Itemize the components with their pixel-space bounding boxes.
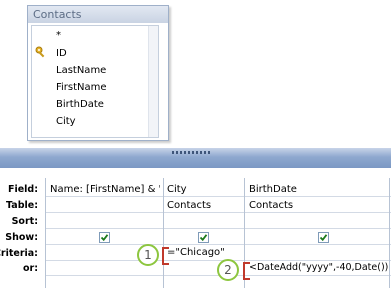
checkmark-icon <box>100 234 109 242</box>
field-item-city[interactable]: City <box>56 115 76 128</box>
query-design-upper-pane: Contacts * ID LastName FirstName BirthDa… <box>0 0 391 148</box>
callout-2: 2 <box>217 259 239 281</box>
col2-criteria-cell[interactable]: ="Chicago" <box>167 247 241 258</box>
row-label-field: Field: <box>7 184 38 195</box>
pane-splitter[interactable] <box>0 148 391 168</box>
row-label-or: or: <box>22 263 38 274</box>
col3-table-cell[interactable]: Contacts <box>249 200 387 211</box>
row-label-table: Table: <box>6 200 38 211</box>
row-label-sort: Sort: <box>11 216 38 227</box>
col3-or-cell[interactable]: <DateAdd("yyyy",-40,Date()) <box>249 262 389 273</box>
primary-key-icon <box>35 46 45 58</box>
field-item-lastname[interactable]: LastName <box>56 64 106 77</box>
table-window-title[interactable]: Contacts <box>28 6 168 23</box>
grid-column-border <box>45 178 46 288</box>
grid-row-divider <box>45 212 391 213</box>
col2-table-cell[interactable]: Contacts <box>167 200 241 211</box>
field-item-firstname[interactable]: FirstName <box>56 81 107 94</box>
field-item-id[interactable]: ID <box>56 47 67 60</box>
col1-field-cell[interactable]: Name: [FirstName] & ' <box>50 184 160 195</box>
field-list-scrollbar[interactable] <box>148 26 158 137</box>
callout-1: 1 <box>137 244 159 266</box>
col3-show-checkbox[interactable] <box>318 232 329 243</box>
checkmark-icon <box>199 234 208 242</box>
field-list[interactable]: * ID LastName FirstName BirthDate City <box>31 25 159 138</box>
row-label-criteria: Criteria: <box>0 248 38 259</box>
callout-2-bracket <box>243 262 250 280</box>
col3-field-cell[interactable]: BirthDate <box>249 184 387 195</box>
grid-row-divider <box>45 244 391 245</box>
query-design-grid: Field: Table: Sort: Show: Criteria: or: … <box>0 168 391 288</box>
grid-row-divider <box>45 228 391 229</box>
field-item-all[interactable]: * <box>56 29 61 42</box>
contacts-table-window[interactable]: Contacts * ID LastName FirstName BirthDa… <box>27 5 169 141</box>
col1-show-checkbox[interactable] <box>99 232 110 243</box>
col2-show-checkbox[interactable] <box>198 232 209 243</box>
checkmark-icon <box>319 234 328 242</box>
grid-row-divider <box>45 260 391 261</box>
row-label-show: Show: <box>5 232 38 243</box>
grid-column-border <box>163 178 164 288</box>
col2-field-cell[interactable]: City <box>167 184 241 195</box>
grid-column-border <box>389 178 390 288</box>
splitter-grip[interactable] <box>172 151 212 154</box>
callout-1-bracket <box>162 247 169 265</box>
grid-row-divider <box>45 196 391 197</box>
field-item-birthdate[interactable]: BirthDate <box>56 98 104 111</box>
